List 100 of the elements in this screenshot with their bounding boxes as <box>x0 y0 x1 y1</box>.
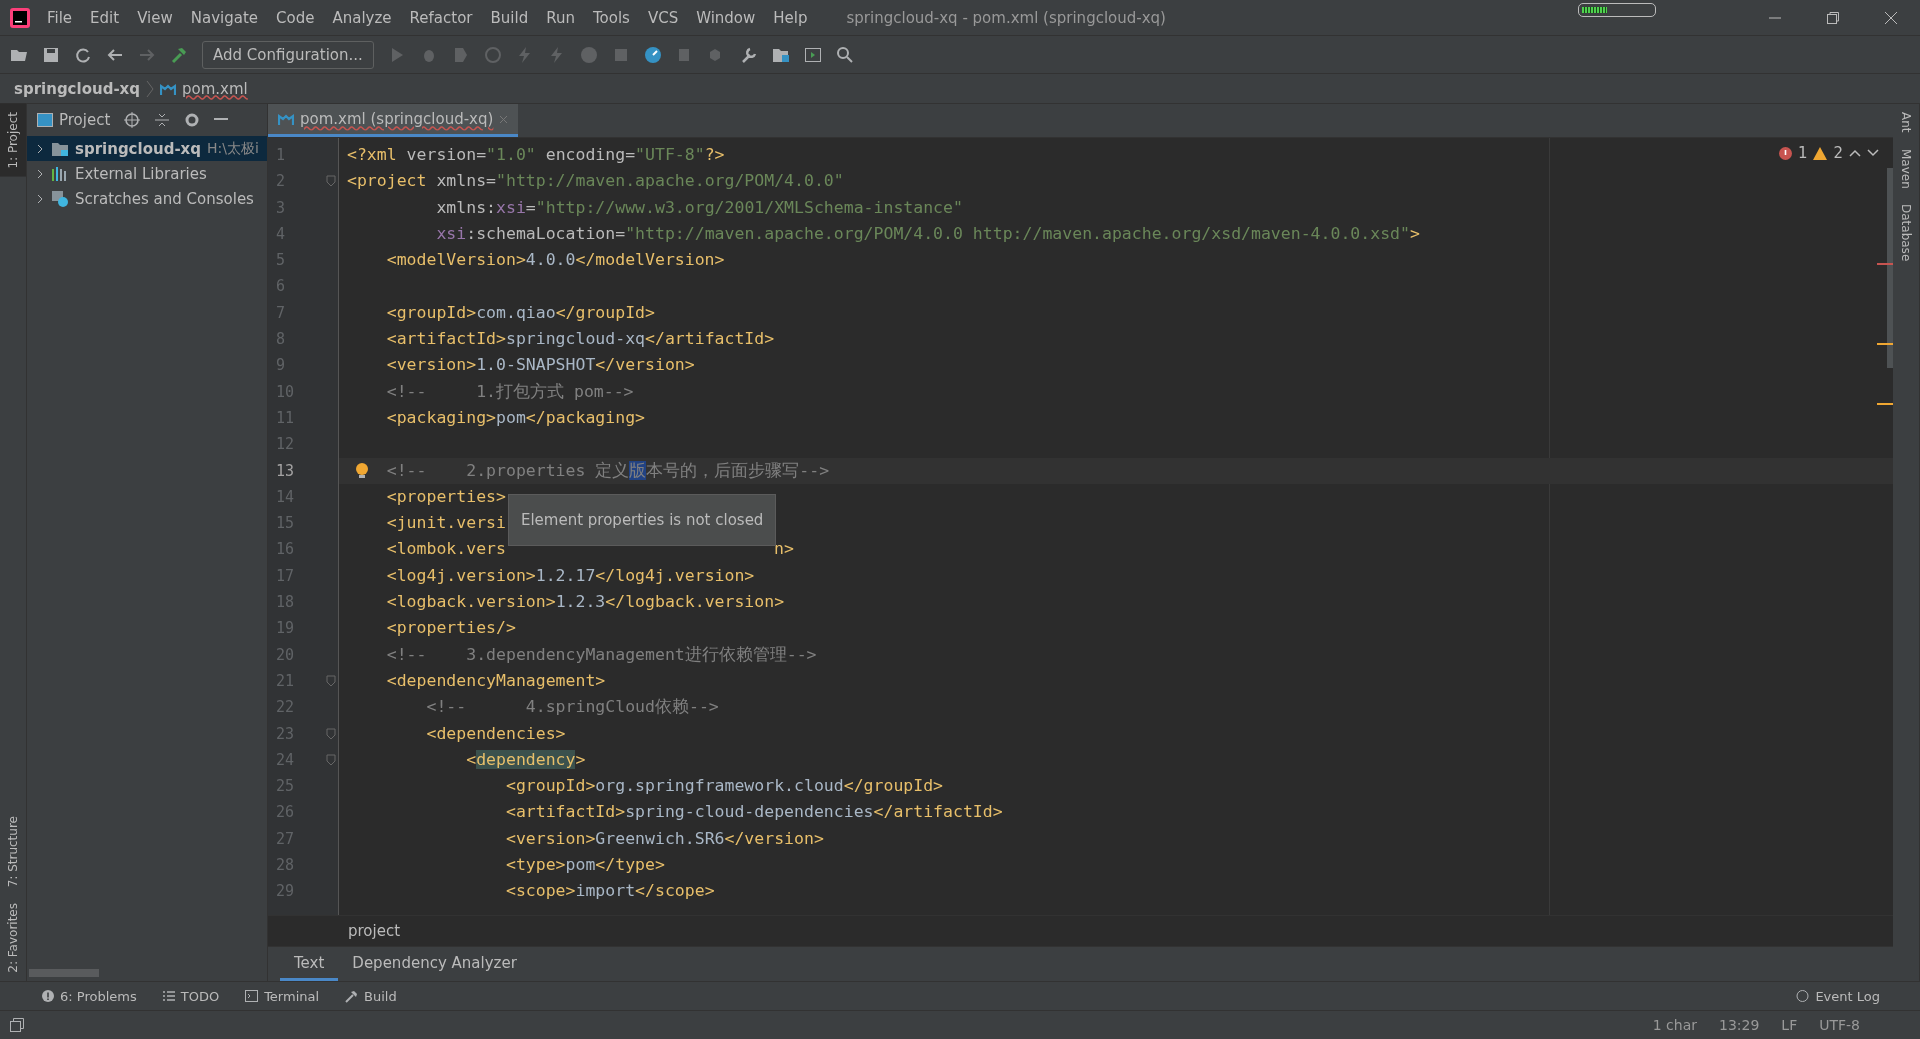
status-item[interactable]: UTF-8 <box>1819 1017 1860 1033</box>
list-icon <box>162 991 175 1001</box>
error-tooltip: Element properties is not closed <box>507 493 776 547</box>
menu-item[interactable]: View <box>128 8 182 27</box>
up-icon[interactable] <box>1849 149 1861 157</box>
run-window-icon[interactable] <box>803 45 822 64</box>
event-log-button[interactable]: Event Log <box>1796 988 1880 1004</box>
menu-item[interactable]: File <box>38 8 82 27</box>
add-configuration-button[interactable]: Add Configuration... <box>202 40 374 69</box>
code-line: <packaging>pom</packaging> <box>385 406 646 429</box>
hammer-icon <box>345 989 359 1003</box>
panel-toggle-icon[interactable] <box>10 1018 24 1032</box>
menu-item[interactable]: Run <box>537 8 584 27</box>
menu-item[interactable]: Analyze <box>323 8 401 27</box>
code-line: <version>1.0-SNAPSHOT</version> <box>385 354 695 377</box>
status-item[interactable]: 1 char <box>1652 1017 1697 1033</box>
code-line: <junit.versi <box>385 512 506 535</box>
menu-item[interactable]: VCS <box>638 8 688 27</box>
status-item[interactable]: LF <box>1781 1017 1798 1033</box>
database-tool-button[interactable]: Database <box>1893 196 1919 270</box>
menu-item[interactable]: Build <box>481 8 538 27</box>
target-icon[interactable] <box>124 112 141 128</box>
folder-icon <box>51 140 69 157</box>
warning-icon <box>1813 146 1828 160</box>
project-view-dropdown[interactable]: Project <box>37 111 111 129</box>
tree-item[interactable]: External Libraries <box>27 161 267 186</box>
code-line: <artifactId>spring-cloud-dependencies</artifactId> <box>504 801 1003 824</box>
code-line: <properties/> <box>385 617 516 640</box>
status-item[interactable]: 13:29 <box>1718 1017 1760 1033</box>
restore-icon[interactable] <box>1826 10 1840 25</box>
editor-tab[interactable]: pom.xml (springcloud-xq) <box>268 104 519 137</box>
menu-item[interactable]: Edit <box>81 8 129 27</box>
code-line: <type>pom</type> <box>504 854 665 876</box>
menu-item[interactable]: Code <box>267 8 324 27</box>
maven-icon <box>278 112 294 126</box>
code-line: <modelVersion>4.0.0</modelVersion> <box>385 249 725 272</box>
code-line: <dependencyManagement> <box>385 669 606 692</box>
code-line: <log4j.version>1.2.17</log4j.version> <box>385 564 755 587</box>
search-icon[interactable] <box>835 45 854 64</box>
save-icon[interactable] <box>42 45 60 64</box>
library-icon <box>51 165 69 182</box>
code-line: <version>Greenwich.SR6</version> <box>504 827 824 850</box>
code-line: <scope>import</scope> <box>504 880 715 903</box>
editor-view-tab[interactable]: Text <box>280 947 339 981</box>
window-icon <box>37 113 53 127</box>
warning-count[interactable]: 2 <box>1833 144 1843 162</box>
breadcrumb-item[interactable]: pom.xml <box>182 79 248 98</box>
tool-window-button[interactable]: 6: Problems <box>42 988 137 1004</box>
structure-tool-button[interactable]: 7: Structure <box>0 807 26 896</box>
editor-view-tab[interactable]: Dependency Analyzer <box>338 947 531 981</box>
app-logo <box>10 7 30 28</box>
close-icon[interactable] <box>1884 10 1898 25</box>
tool-window-button[interactable]: TODO <box>162 988 220 1004</box>
menu-item[interactable]: Tools <box>583 8 639 27</box>
code-line: <artifactId>springcloud-xq</artifactId> <box>385 328 775 351</box>
hammer-icon[interactable] <box>170 45 188 64</box>
code-line: <groupId>com.qiao</groupId> <box>385 301 655 324</box>
tool-window-button[interactable]: Terminal <box>245 988 320 1004</box>
scratch-icon <box>51 189 69 208</box>
lightbulb-icon[interactable] <box>355 461 369 480</box>
code-line: <project xmlns="http://maven.apache.org/POM/4.0.0" <box>347 170 844 193</box>
code-line: <!-- 1.打包方式 pom--> <box>385 380 634 403</box>
menu-item[interactable]: Refactor <box>400 8 482 27</box>
chevron-icon <box>146 79 154 98</box>
code-line: <dependency> <box>465 748 586 771</box>
menu-item[interactable]: Navigate <box>181 8 268 27</box>
tree-item[interactable]: Scratches and Consoles <box>27 186 267 211</box>
favorites-tool-button[interactable]: 2: Favorites <box>0 895 26 981</box>
error-icon <box>1778 146 1792 160</box>
menu-item[interactable]: Help <box>764 8 817 27</box>
code-line: xmlns:xsi="http://www.w3.org/2001/XMLSchema-instance" <box>435 196 963 219</box>
terminal-icon <box>245 990 259 1002</box>
maven-tool-button[interactable]: Maven <box>1893 140 1919 197</box>
menu-item[interactable]: Window <box>687 8 765 27</box>
code-line: <!-- 4.springCloud依赖--> <box>425 696 719 719</box>
info-icon <box>42 990 54 1002</box>
breadcrumb-item[interactable]: springcloud-xq <box>14 79 140 98</box>
minimize-icon[interactable] <box>214 118 229 122</box>
code-line: xsi:schemaLocation="http://maven.apache.org/POM/4.0.0 http://maven.apache.org/xsd/maven-4.0.0.xsd"> <box>435 222 1420 245</box>
code-line: <groupId>org.springframework.cloud</groupId> <box>504 775 944 798</box>
collapse-icon[interactable] <box>154 112 171 128</box>
scrollbar[interactable] <box>29 969 99 977</box>
down-icon[interactable] <box>1867 149 1879 157</box>
memory-indicator[interactable] <box>1578 2 1656 17</box>
code-line: <logback.version>1.2.3</logback.version> <box>385 591 785 614</box>
window-title: springcloud-xq - pom.xml (springcloud-xq) <box>846 8 1167 27</box>
code-line: <!-- 3.dependencyManagement进行依赖管理--> <box>385 643 817 666</box>
tree-item[interactable]: springcloud-xq H:\太极i <box>27 136 267 161</box>
gauge-icon[interactable] <box>643 45 662 64</box>
speech-bubble-icon <box>1796 989 1810 1003</box>
maven-icon <box>160 81 176 96</box>
code-line: <properties> <box>385 485 506 508</box>
project-tool-button[interactable]: 1: Project <box>0 104 26 177</box>
error-count[interactable]: 1 <box>1797 144 1808 162</box>
code-line: <?xml version="1.0" encoding="UTF-8"?> <box>347 144 725 166</box>
ant-tool-button[interactable]: Ant <box>1893 104 1919 141</box>
code-line: <dependencies> <box>425 722 566 745</box>
settings-icon[interactable] <box>184 112 201 128</box>
editor-breadcrumb[interactable]: project <box>348 922 401 940</box>
tool-window-button[interactable]: Build <box>345 988 397 1004</box>
